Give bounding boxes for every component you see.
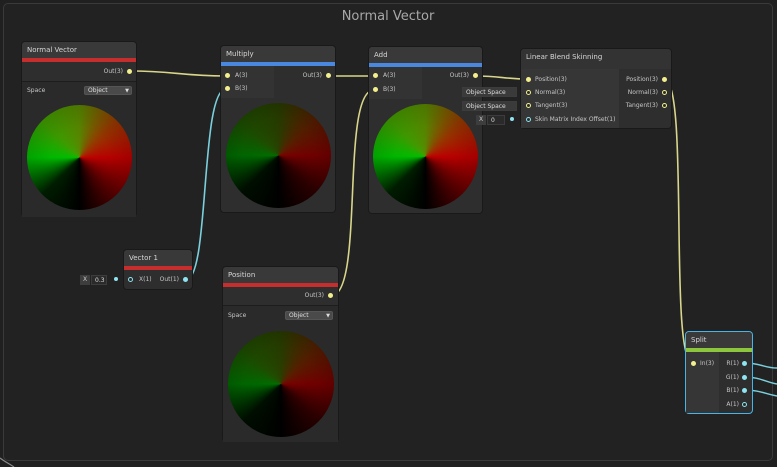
preview-sphere[interactable] — [373, 104, 478, 209]
in-position-port[interactable] — [526, 77, 531, 82]
chevron-down-icon: ▼ — [326, 313, 330, 319]
preview-sphere[interactable] — [27, 105, 132, 210]
out-a-label: A(1) — [726, 401, 739, 408]
node-header[interactable]: Position — [223, 267, 338, 283]
vector1-node[interactable]: Vector 1 X(1) Out(1) — [124, 250, 192, 289]
add-node[interactable]: Add A(3) B(3) Out(3) — [369, 47, 482, 213]
type-color-bar — [22, 58, 136, 62]
multiply-node[interactable]: Multiply A(3) B(3) Out(3) — [221, 46, 335, 212]
node-title: Split — [691, 336, 707, 344]
in-a-port[interactable] — [373, 73, 378, 78]
node-header[interactable]: Add — [369, 47, 482, 63]
in-a-label: A(3) — [235, 72, 248, 79]
in-label: In(3) — [700, 360, 715, 367]
node-header[interactable]: Linear Blend Skinning — [521, 49, 671, 69]
in-a-port[interactable] — [225, 73, 230, 78]
space-label: Space — [228, 312, 247, 319]
node-header[interactable]: Split — [686, 332, 752, 348]
in-b-port[interactable] — [373, 87, 378, 92]
normal-vector-node[interactable]: Normal Vector Out(3) Space Object ▼ — [22, 42, 136, 217]
split-node[interactable]: Split In(3) R(1) G(1) B(1) A(1) — [686, 332, 752, 413]
node-title: Position — [228, 271, 256, 279]
out-port[interactable] — [328, 293, 333, 298]
out-position-port[interactable] — [662, 77, 667, 82]
preview-sphere[interactable] — [226, 103, 331, 208]
out-normal-label: Normal(3) — [627, 89, 658, 96]
out-r-port[interactable] — [742, 361, 747, 366]
in-offset-port[interactable] — [526, 117, 531, 122]
node-title: Linear Blend Skinning — [526, 53, 603, 61]
input-column — [221, 66, 274, 98]
out-port-label: Out(3) — [103, 68, 123, 75]
in-a-label: A(3) — [383, 72, 396, 79]
in-x-label: X(1) — [139, 276, 152, 283]
space-dropdown[interactable]: Object ▼ — [84, 86, 132, 95]
out-normal-port[interactable] — [662, 90, 667, 95]
group-title[interactable]: Normal Vector — [4, 9, 772, 24]
in-b-label: B(3) — [235, 85, 248, 92]
out-b-port[interactable] — [742, 388, 747, 393]
out-port-label: Out(3) — [449, 72, 469, 79]
type-color-bar — [124, 266, 192, 270]
out-g-port[interactable] — [742, 375, 747, 380]
node-title: Add — [374, 51, 388, 59]
in-normal-port[interactable] — [526, 90, 531, 95]
space-dropdown[interactable]: Object ▼ — [285, 311, 333, 320]
out-a-port[interactable] — [742, 402, 747, 407]
space-value: Object — [88, 87, 108, 94]
node-header[interactable]: Vector 1 — [124, 250, 192, 266]
in-offset-label: Skin Matrix Index Offset(1) — [535, 116, 616, 123]
in-x-port[interactable] — [128, 277, 133, 282]
offset-value-field[interactable]: 0 — [487, 115, 505, 125]
out-port[interactable] — [473, 73, 478, 78]
node-header[interactable]: Multiply — [221, 46, 335, 62]
offset-connector-dot — [510, 117, 514, 121]
in-b-label: B(3) — [383, 86, 396, 93]
tangent-space-field[interactable]: Object Space — [462, 101, 517, 111]
in-tangent-port[interactable] — [526, 103, 531, 108]
out-g-label: G(1) — [725, 374, 739, 381]
out-b-label: B(1) — [726, 387, 739, 394]
out-tangent-label: Tangent(3) — [625, 102, 658, 109]
out-port-label: Out(3) — [304, 292, 324, 299]
preview-sphere[interactable] — [228, 331, 334, 437]
position-node[interactable]: Position Out(3) Space Object ▼ — [223, 267, 338, 442]
offset-axis-label: X — [476, 115, 486, 125]
normal-space-field[interactable]: Object Space — [462, 87, 517, 97]
out-r-label: R(1) — [726, 360, 739, 367]
node-header[interactable]: Normal Vector — [22, 42, 136, 58]
out-tangent-port[interactable] — [662, 103, 667, 108]
in-normal-label: Normal(3) — [535, 89, 566, 96]
out-port[interactable] — [183, 277, 188, 282]
in-position-label: Position(3) — [535, 76, 567, 83]
in-b-port[interactable] — [225, 86, 230, 91]
shader-graph-canvas[interactable]: Normal Vector Normal Vector Out(3) Space… — [0, 0, 777, 467]
chevron-down-icon: ▼ — [125, 88, 129, 94]
type-color-bar — [223, 283, 338, 287]
x-connector-dot — [114, 277, 118, 281]
out-position-label: Position(3) — [626, 76, 658, 83]
in-port[interactable] — [691, 361, 696, 366]
out-port[interactable] — [127, 69, 132, 74]
in-tangent-label: Tangent(3) — [535, 102, 568, 109]
x-value-field[interactable]: 0.3 — [91, 275, 107, 285]
out-port-label: Out(3) — [302, 72, 322, 79]
out-port[interactable] — [326, 73, 331, 78]
linear-blend-skinning-node[interactable]: Linear Blend Skinning Position(3) Normal… — [521, 49, 671, 128]
node-title: Multiply — [226, 50, 254, 58]
space-value: Object — [289, 312, 309, 319]
space-label: Space — [27, 87, 46, 94]
node-title: Normal Vector — [27, 46, 77, 54]
x-axis-label: X — [80, 275, 90, 285]
out-port-label: Out(1) — [159, 276, 179, 283]
node-title: Vector 1 — [129, 254, 158, 262]
